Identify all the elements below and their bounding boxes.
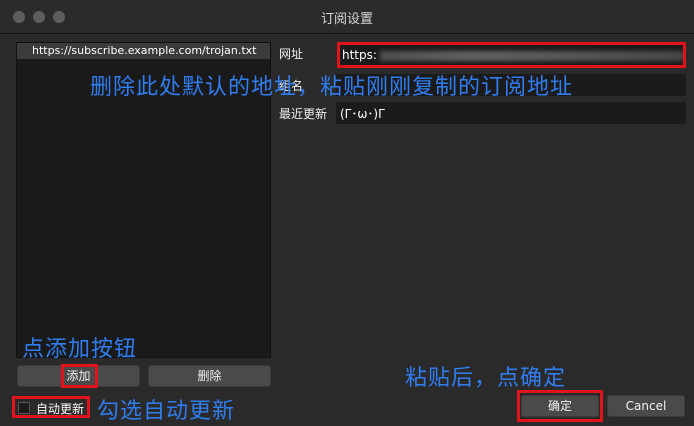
confirm-button-highlight: [517, 390, 603, 422]
annotation-paste-confirm: 粘贴后，点确定: [405, 366, 567, 391]
annotation-check-auto: 勾选自动更新: [97, 399, 236, 424]
annotation-replace-url: 删除此处默认的地址，粘贴刚刚复制的订阅地址: [90, 75, 574, 100]
url-label: 网址: [279, 47, 304, 61]
title-bar: 订阅设置: [0, 0, 694, 34]
last-update-label: 最近更新: [279, 107, 328, 121]
auto-update-checkbox[interactable]: [18, 402, 30, 414]
url-redacted: [380, 51, 683, 61]
delete-button-label: 删除: [197, 369, 222, 383]
auto-update-checkbox-row[interactable]: 自动更新: [12, 396, 90, 418]
annotation-click-add: 点添加按钮: [22, 337, 138, 362]
subscription-settings-window: https://subscribe.example.com/trojan.txt…: [0, 34, 694, 426]
url-value: https:: [342, 48, 377, 62]
url-input[interactable]: https:: [337, 42, 686, 68]
auto-update-label: 自动更新: [36, 402, 85, 416]
subscription-list-item[interactable]: https://subscribe.example.com/trojan.txt: [17, 43, 270, 59]
cancel-button-label: Cancel: [625, 399, 667, 413]
window-title: 订阅设置: [320, 12, 373, 27]
cancel-button[interactable]: Cancel: [607, 395, 685, 417]
delete-button[interactable]: 删除: [148, 365, 271, 387]
last-update-field: (Γ･ω･)Γ: [336, 102, 686, 124]
add-button-highlight: [61, 364, 98, 388]
last-update-value: (Γ･ω･)Γ: [340, 107, 385, 121]
